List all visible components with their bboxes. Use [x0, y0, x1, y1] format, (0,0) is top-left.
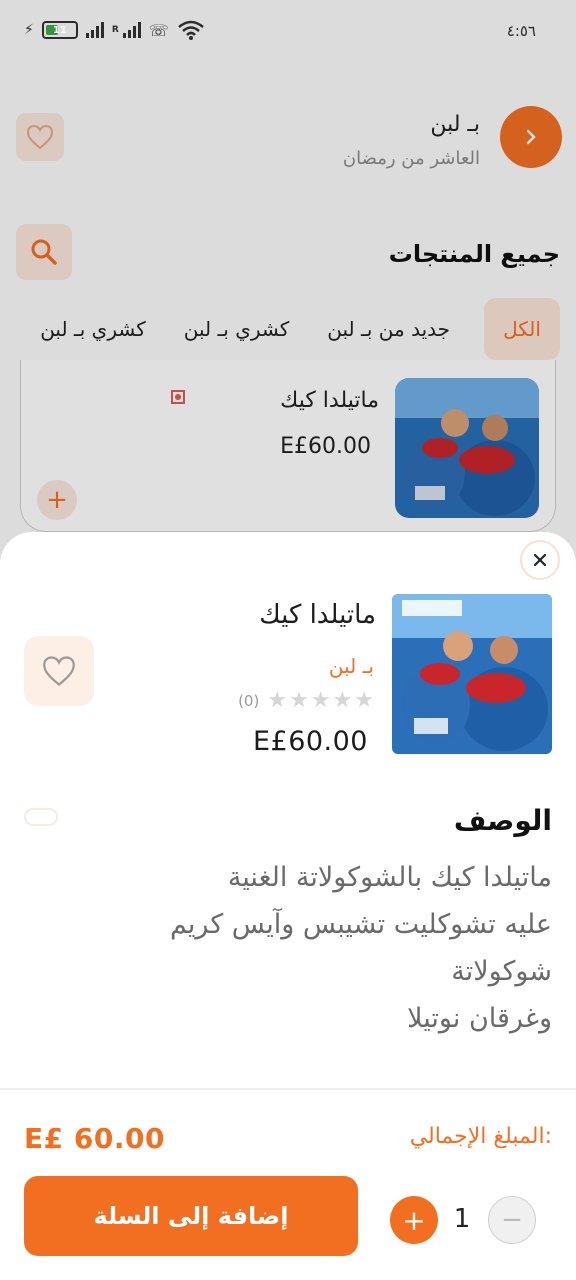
- add-to-cart-button[interactable]: إضافة إلى السلة: [24, 1176, 358, 1256]
- app-background: ⚡ 11 R ☏ ٤:٥٦ بـ لبن العاشر من رمضان جمي…: [0, 0, 576, 1280]
- description-text: ماتيلدا كيك بالشوكولاتة الغنية عليه تشوك…: [169, 862, 552, 1034]
- divider: [0, 1088, 576, 1090]
- product-detail-price: E£60.00: [252, 726, 368, 757]
- quantity-increase-button[interactable]: +: [390, 1196, 438, 1244]
- close-icon: [533, 553, 547, 567]
- toggle-pill: [24, 808, 58, 826]
- rating-count: (0): [238, 692, 260, 710]
- star-icon: ★: [310, 688, 331, 713]
- close-button[interactable]: [520, 540, 560, 580]
- favorite-product-button[interactable]: [24, 636, 94, 706]
- product-detail-sheet: ماتيلدا كيك بـ لبن ★ ★ ★ ★ ★ (0) E£60.00…: [0, 532, 576, 1280]
- product-title: ماتيلدا كيك: [259, 600, 376, 630]
- heart-icon: [43, 656, 75, 686]
- rating: ★ ★ ★ ★ ★ (0): [238, 690, 374, 712]
- star-icon: ★: [332, 688, 353, 713]
- product-detail-image: [392, 594, 552, 754]
- product-store-link[interactable]: بـ لبن: [329, 654, 374, 678]
- star-icon: ★: [289, 688, 309, 713]
- total-value: E£ 60.00: [24, 1122, 165, 1155]
- battery-level: 11: [52, 24, 67, 36]
- star-icon: ★: [354, 688, 374, 713]
- description-heading: الوصف: [453, 804, 552, 837]
- total-label: المبلغ الإجمالي:: [409, 1124, 552, 1149]
- quantity-value: 1: [453, 1204, 471, 1234]
- star-icon: ★: [267, 688, 288, 713]
- quantity-decrease-button[interactable]: −: [488, 1196, 536, 1244]
